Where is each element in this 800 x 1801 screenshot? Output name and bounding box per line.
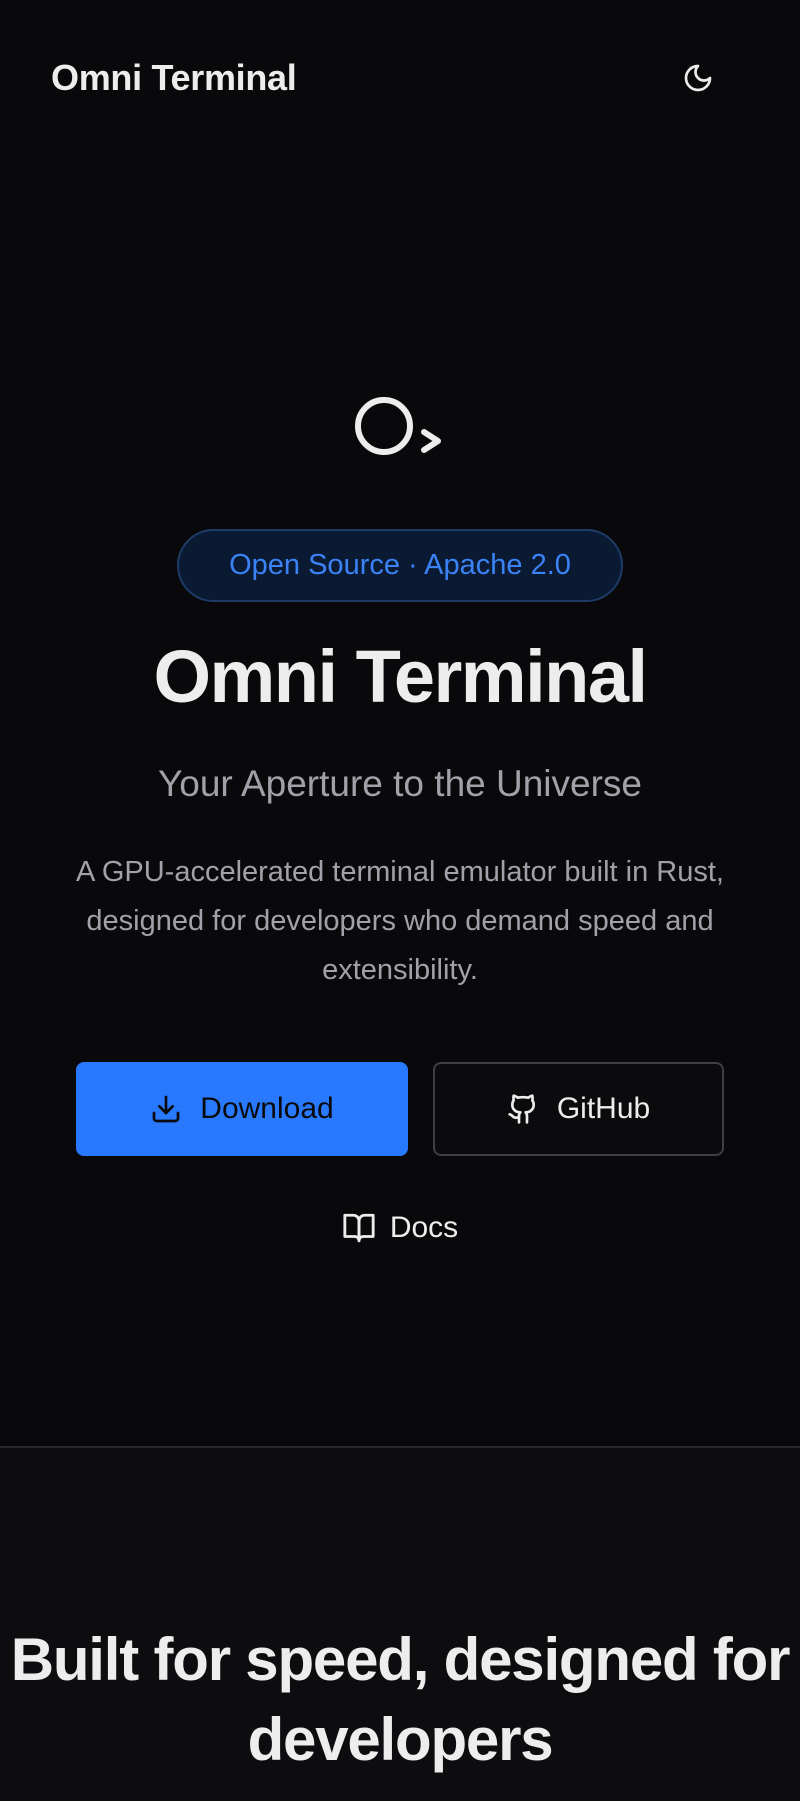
moon-icon bbox=[684, 64, 712, 92]
brand-name[interactable]: Omni Terminal bbox=[51, 56, 297, 100]
book-icon bbox=[343, 1213, 375, 1243]
docs-button[interactable]: Docs bbox=[330, 1202, 470, 1254]
github-icon bbox=[508, 1094, 535, 1124]
github-button-label: GitHub bbox=[556, 1092, 651, 1125]
download-icon bbox=[152, 1095, 180, 1123]
download-button-label: Download bbox=[200, 1092, 334, 1125]
site-header: Omni Terminal bbox=[0, 0, 800, 154]
theme-toggle-button[interactable] bbox=[676, 56, 720, 100]
features-title: Built for speed, designed for developers bbox=[10, 1626, 791, 1773]
license-badge: Open Source · Apache 2.0 bbox=[177, 529, 623, 602]
hero-description: A GPU-accelerated terminal emulator buil… bbox=[76, 856, 724, 986]
terminal-logo-icon bbox=[355, 397, 441, 455]
docs-button-label: Docs bbox=[389, 1211, 459, 1244]
github-button[interactable]: GitHub bbox=[433, 1062, 724, 1156]
features-section: Built for speed, designed for developers bbox=[0, 1448, 800, 1801]
hero-title: Omni Terminal bbox=[153, 635, 648, 718]
download-button[interactable]: Download bbox=[76, 1062, 408, 1156]
hero-subtitle: Your Aperture to the Universe bbox=[157, 763, 643, 804]
